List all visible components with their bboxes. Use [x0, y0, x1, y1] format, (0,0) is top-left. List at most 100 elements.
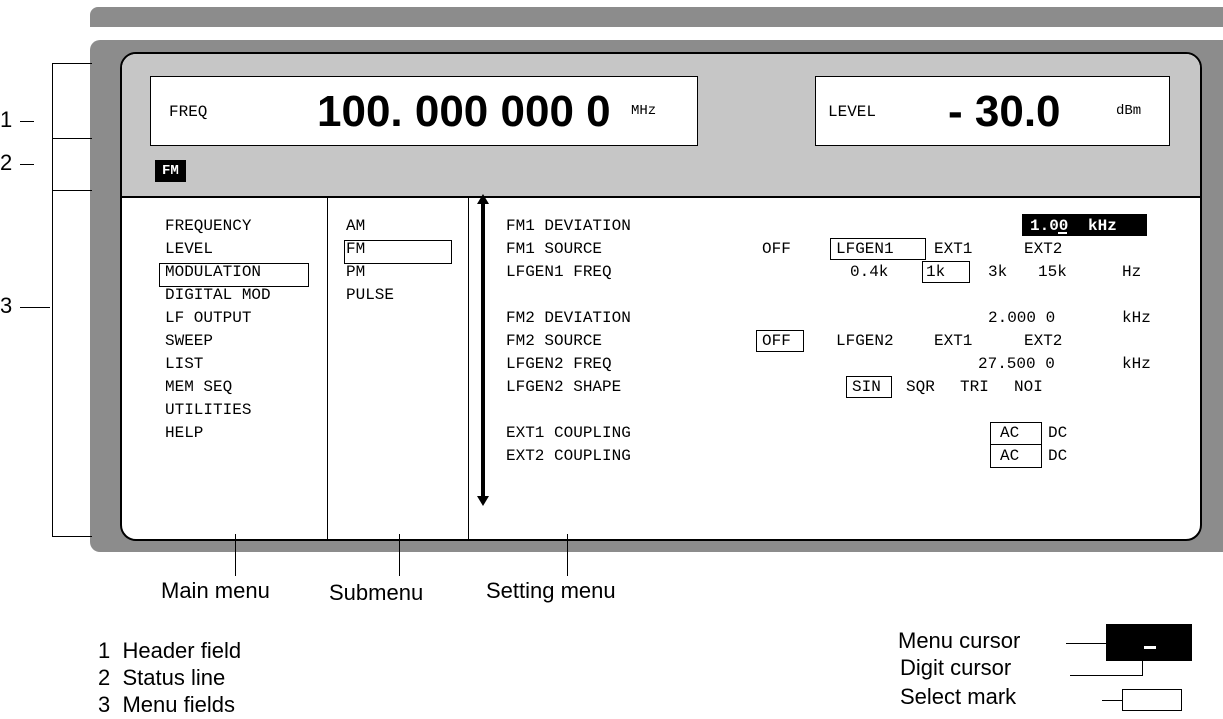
label-setting-menu: Setting menu [486, 578, 616, 603]
legend-digit-cursor-line-v [1142, 649, 1143, 676]
setting-label[interactable]: FM1 DEVIATION [506, 218, 631, 241]
pointer-main-menu [235, 534, 236, 576]
callout-number-2: 2 [0, 150, 13, 175]
lfgen1-freq-unit: Hz [1122, 263, 1142, 281]
callout-bracket-top [52, 63, 92, 64]
ext1-coupling-ac[interactable]: AC [1000, 425, 1019, 441]
setting-label[interactable]: FM2 DEVIATION [506, 310, 631, 333]
fm2-source-lfgen2[interactable]: LFGEN2 [836, 333, 894, 349]
legend-menu-cursor: Menu cursor [898, 628, 1021, 653]
submenu-select-mark [344, 240, 452, 264]
scroll-bar[interactable] [477, 194, 489, 506]
callout-number-1: 1 [0, 107, 13, 132]
fm1-source-ext1[interactable]: EXT1 [934, 241, 972, 257]
ext2-coupling-ac[interactable]: AC [1000, 448, 1019, 464]
label-submenu: Submenu [329, 580, 424, 605]
submenu: AM FM PM PULSE [346, 218, 394, 310]
fm2-deviation-value[interactable]: 2.000 0 [988, 310, 1055, 326]
menu-divider-2 [468, 198, 469, 539]
legend-select-mark-line [1102, 700, 1122, 701]
fm1-deviation-cursor[interactable]: 1.00 kHz [1022, 214, 1147, 236]
submenu-item[interactable]: AM [346, 218, 394, 241]
setting-label[interactable]: FM1 SOURCE [506, 241, 631, 264]
callout-bracket-vertical [52, 63, 53, 537]
lfgen1-freq-15k[interactable]: 15k [1038, 264, 1067, 280]
callout-bracket-2-3 [52, 190, 92, 191]
setting-label[interactable]: LFGEN2 FREQ [506, 356, 631, 379]
digit-cursor [1058, 232, 1067, 234]
lfgen2-freq-value[interactable]: 27.500 0 [978, 356, 1055, 372]
callout-number-3: 3 [0, 293, 13, 318]
legend-select-mark: Select mark [900, 684, 1017, 709]
fm1-source-ext2[interactable]: EXT2 [1024, 241, 1062, 257]
setting-label[interactable]: EXT1 COUPLING [506, 425, 631, 448]
freq-value: 100. 000 000 0 [317, 87, 611, 136]
freq-unit: MHz [631, 103, 657, 119]
main-menu-item[interactable]: HELP [165, 425, 271, 448]
pointer-submenu [399, 534, 400, 576]
ext2-coupling-dc[interactable]: DC [1048, 448, 1067, 464]
callout-tick-3 [20, 307, 50, 308]
menu-divider-1 [327, 198, 328, 539]
submenu-item[interactable]: PULSE [346, 287, 394, 310]
callout-bracket-bottom [52, 536, 92, 537]
callout-tick-2 [20, 164, 34, 165]
legend-item-status-line: 2 Status line [98, 665, 226, 690]
lfgen2-shape-sin[interactable]: SIN [852, 379, 881, 395]
legend-item-menu-fields: 3 Menu fields [98, 692, 235, 717]
fm2-source-off[interactable]: OFF [762, 333, 791, 349]
legend-digit-cursor: Digit cursor [900, 655, 1012, 680]
setting-label[interactable]: EXT2 COUPLING [506, 448, 631, 471]
lfgen2-shape-noi[interactable]: NOI [1014, 379, 1043, 395]
level-value: - 30.0 [948, 87, 1061, 136]
lfgen2-shape-sqr[interactable]: SQR [906, 379, 935, 395]
lfgen1-freq-1k[interactable]: 1k [926, 264, 945, 280]
header-field: FREQ 100. 000 000 0 MHz LEVEL - 30.0 dBm… [122, 54, 1200, 198]
submenu-item[interactable]: PM [346, 264, 394, 287]
callout-tick-1 [20, 121, 34, 122]
legend-digit-cursor-line-h [1070, 675, 1142, 676]
main-menu-item[interactable]: MEM SEQ [165, 379, 271, 402]
fm1-source-lfgen1[interactable]: LFGEN1 [836, 241, 894, 257]
level-unit: dBm [1116, 103, 1142, 119]
legend-item-header-field: 1 Header field [98, 638, 242, 663]
lfgen2-freq-unit: kHz [1122, 355, 1151, 373]
legend-left: 1 Header field 2 Status line 3 Menu fiel… [98, 638, 241, 719]
main-menu-item[interactable]: LF OUTPUT [165, 310, 271, 333]
fm2-source-ext1[interactable]: EXT1 [934, 333, 972, 349]
main-menu: FREQUENCY LEVEL MODULATION DIGITAL MOD L… [165, 218, 271, 448]
main-menu-item[interactable]: SWEEP [165, 333, 271, 356]
main-menu-item[interactable]: UTILITIES [165, 402, 271, 425]
level-box[interactable]: LEVEL - 30.0 dBm [815, 76, 1170, 146]
setting-label[interactable]: LFGEN1 FREQ [506, 264, 631, 287]
main-menu-item[interactable]: LIST [165, 356, 271, 379]
freq-label: FREQ [169, 103, 208, 121]
lfgen1-freq-0p4k[interactable]: 0.4k [850, 264, 888, 280]
lfgen2-shape-tri[interactable]: TRI [960, 379, 989, 395]
device-top-edge [90, 7, 1223, 27]
lfgen1-freq-3k[interactable]: 3k [988, 264, 1007, 280]
fm1-deviation-unit: kHz [1088, 217, 1117, 235]
fm1-source-off[interactable]: OFF [762, 241, 791, 257]
main-menu-item[interactable]: LEVEL [165, 241, 271, 264]
display-screen: FREQ 100. 000 000 0 MHz LEVEL - 30.0 dBm… [120, 52, 1202, 541]
main-menu-select-mark [159, 263, 309, 287]
ext-coupling-divider [990, 444, 1042, 445]
digit-cursor-mark [1144, 646, 1156, 649]
setting-labels: FM1 DEVIATION FM1 SOURCE LFGEN1 FREQ FM2… [506, 218, 631, 471]
setting-label[interactable]: FM2 SOURCE [506, 333, 631, 356]
select-mark-swatch [1122, 689, 1182, 711]
callout-bracket-1-2 [52, 138, 92, 139]
level-label: LEVEL [828, 103, 877, 121]
ext1-coupling-dc[interactable]: DC [1048, 425, 1067, 441]
frequency-box[interactable]: FREQ 100. 000 000 0 MHz [150, 76, 698, 146]
fm2-deviation-unit: kHz [1122, 309, 1151, 327]
main-menu-item[interactable]: FREQUENCY [165, 218, 271, 241]
status-badge-fm: FM [155, 160, 186, 182]
setting-label[interactable]: LFGEN2 SHAPE [506, 379, 631, 402]
label-main-menu: Main menu [161, 578, 270, 603]
legend-menu-cursor-line [1066, 643, 1106, 644]
main-menu-item[interactable]: DIGITAL MOD [165, 287, 271, 310]
fm2-source-ext2[interactable]: EXT2 [1024, 333, 1062, 349]
menu-cursor-swatch [1106, 624, 1192, 661]
